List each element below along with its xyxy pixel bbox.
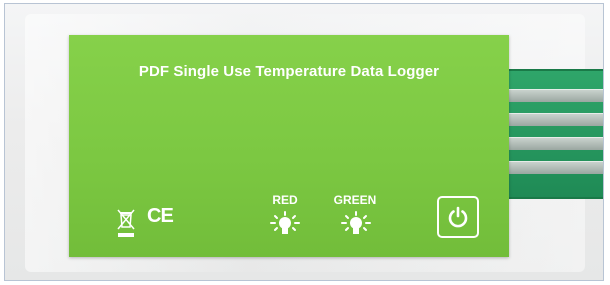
usb-pin [505, 137, 603, 150]
usb-pin [505, 113, 603, 126]
power-button[interactable] [437, 196, 479, 238]
usb-pin [505, 161, 603, 174]
lightbulb-icon [270, 211, 300, 234]
data-logger-body: PDF Single Use Temperature Data Logger C… [69, 35, 509, 257]
product-photo: PDF Single Use Temperature Data Logger C… [4, 3, 604, 281]
usb-pin [505, 89, 603, 102]
logger-title: PDF Single Use Temperature Data Logger [138, 63, 440, 80]
usb-connector [493, 69, 603, 199]
ce-mark: CE [147, 205, 174, 227]
lightbulb-icon [341, 211, 371, 234]
red-led-label: RED [272, 193, 298, 207]
power-icon [448, 206, 468, 228]
green-led-label: GREEN [333, 193, 377, 207]
weee-crossed-bin-icon [117, 209, 135, 237]
